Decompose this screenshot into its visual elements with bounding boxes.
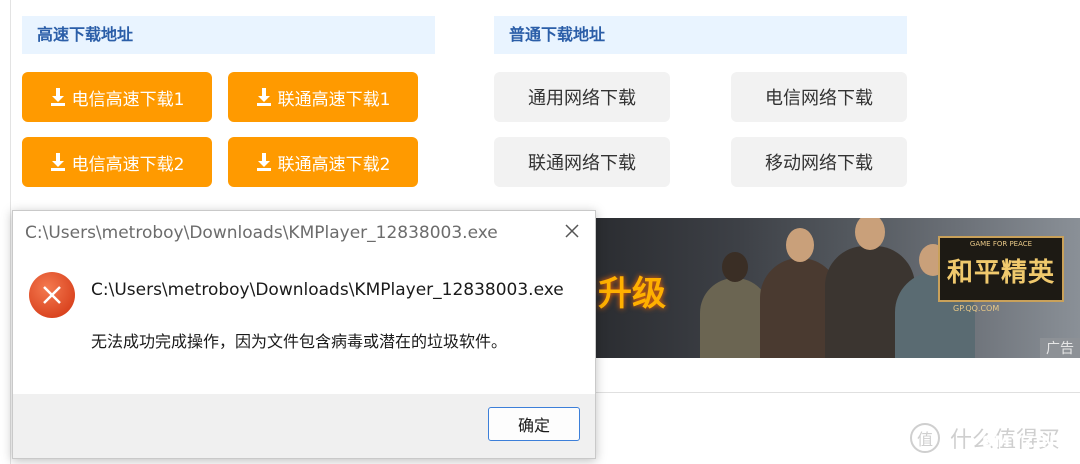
fast-download-title: 高速下载地址 xyxy=(37,25,134,44)
normal-download-title: 普通下载地址 xyxy=(509,25,606,44)
game-logo: GAME FOR PEACE 和平精英 xyxy=(938,236,1064,302)
logo-title: 和平精英 xyxy=(946,258,1055,288)
dialog-file-path: C:\Users\metroboy\Downloads\KMPlayer_128… xyxy=(91,280,564,300)
download-icon xyxy=(256,88,271,106)
button-label: 通用网络下载 xyxy=(528,88,636,109)
download-icon xyxy=(256,153,271,171)
unicom-fast-download-2-button[interactable]: 联通高速下载2 xyxy=(228,137,418,187)
error-dialog: C:\Users\metroboy\Downloads\KMPlayer_128… xyxy=(12,210,596,459)
button-label: 联通高速下载1 xyxy=(277,89,391,110)
telecom-fast-download-2-button[interactable]: 电信高速下载2 xyxy=(22,137,212,187)
watermark-logo-icon: 值 xyxy=(910,423,940,453)
divider xyxy=(590,392,1080,393)
download-icon xyxy=(50,88,65,106)
download-icon xyxy=(50,153,65,171)
dialog-footer: 确定 xyxy=(13,394,595,458)
left-rule xyxy=(10,0,11,464)
mobile-network-download-button[interactable]: 移动网络下载 xyxy=(731,137,907,187)
close-icon[interactable] xyxy=(563,222,581,240)
unicom-fast-download-1-button[interactable]: 联通高速下载1 xyxy=(228,72,418,122)
ok-button[interactable]: 确定 xyxy=(488,407,580,441)
dialog-message: 无法成功完成操作，因为文件包含病毒或潜在的垃圾软件。 xyxy=(91,332,508,351)
general-network-download-button[interactable]: 通用网络下载 xyxy=(494,72,670,122)
telecom-network-download-button[interactable]: 电信网络下载 xyxy=(731,72,907,122)
error-icon xyxy=(29,272,75,318)
button-label: 移动网络下载 xyxy=(765,153,873,174)
watermark-site: SMYZ.NET xyxy=(982,432,1078,451)
button-label: 电信高速下载1 xyxy=(71,89,185,110)
unicom-network-download-button[interactable]: 联通网络下载 xyxy=(494,137,670,187)
logo-url: GP.QQ.COM xyxy=(953,304,1000,313)
button-label: 联通网络下载 xyxy=(528,153,636,174)
dialog-title: C:\Users\metroboy\Downloads\KMPlayer_128… xyxy=(25,223,498,243)
ad-label: 广告 xyxy=(1040,338,1080,358)
normal-download-header: 普通下载地址 xyxy=(494,16,907,54)
button-label: 电信网络下载 xyxy=(765,88,873,109)
fast-download-header: 高速下载地址 xyxy=(22,16,435,54)
ad-banner[interactable]: 升级 GAME FOR PEACE 和平精英 GP.QQ.COM 广告 xyxy=(590,218,1080,358)
button-label: 联通高速下载2 xyxy=(277,154,391,175)
logo-subtitle: GAME FOR PEACE xyxy=(969,240,1033,248)
button-label: 电信高速下载2 xyxy=(71,154,185,175)
telecom-fast-download-1-button[interactable]: 电信高速下载1 xyxy=(22,72,212,122)
banner-slogan: 升级 xyxy=(598,274,666,314)
